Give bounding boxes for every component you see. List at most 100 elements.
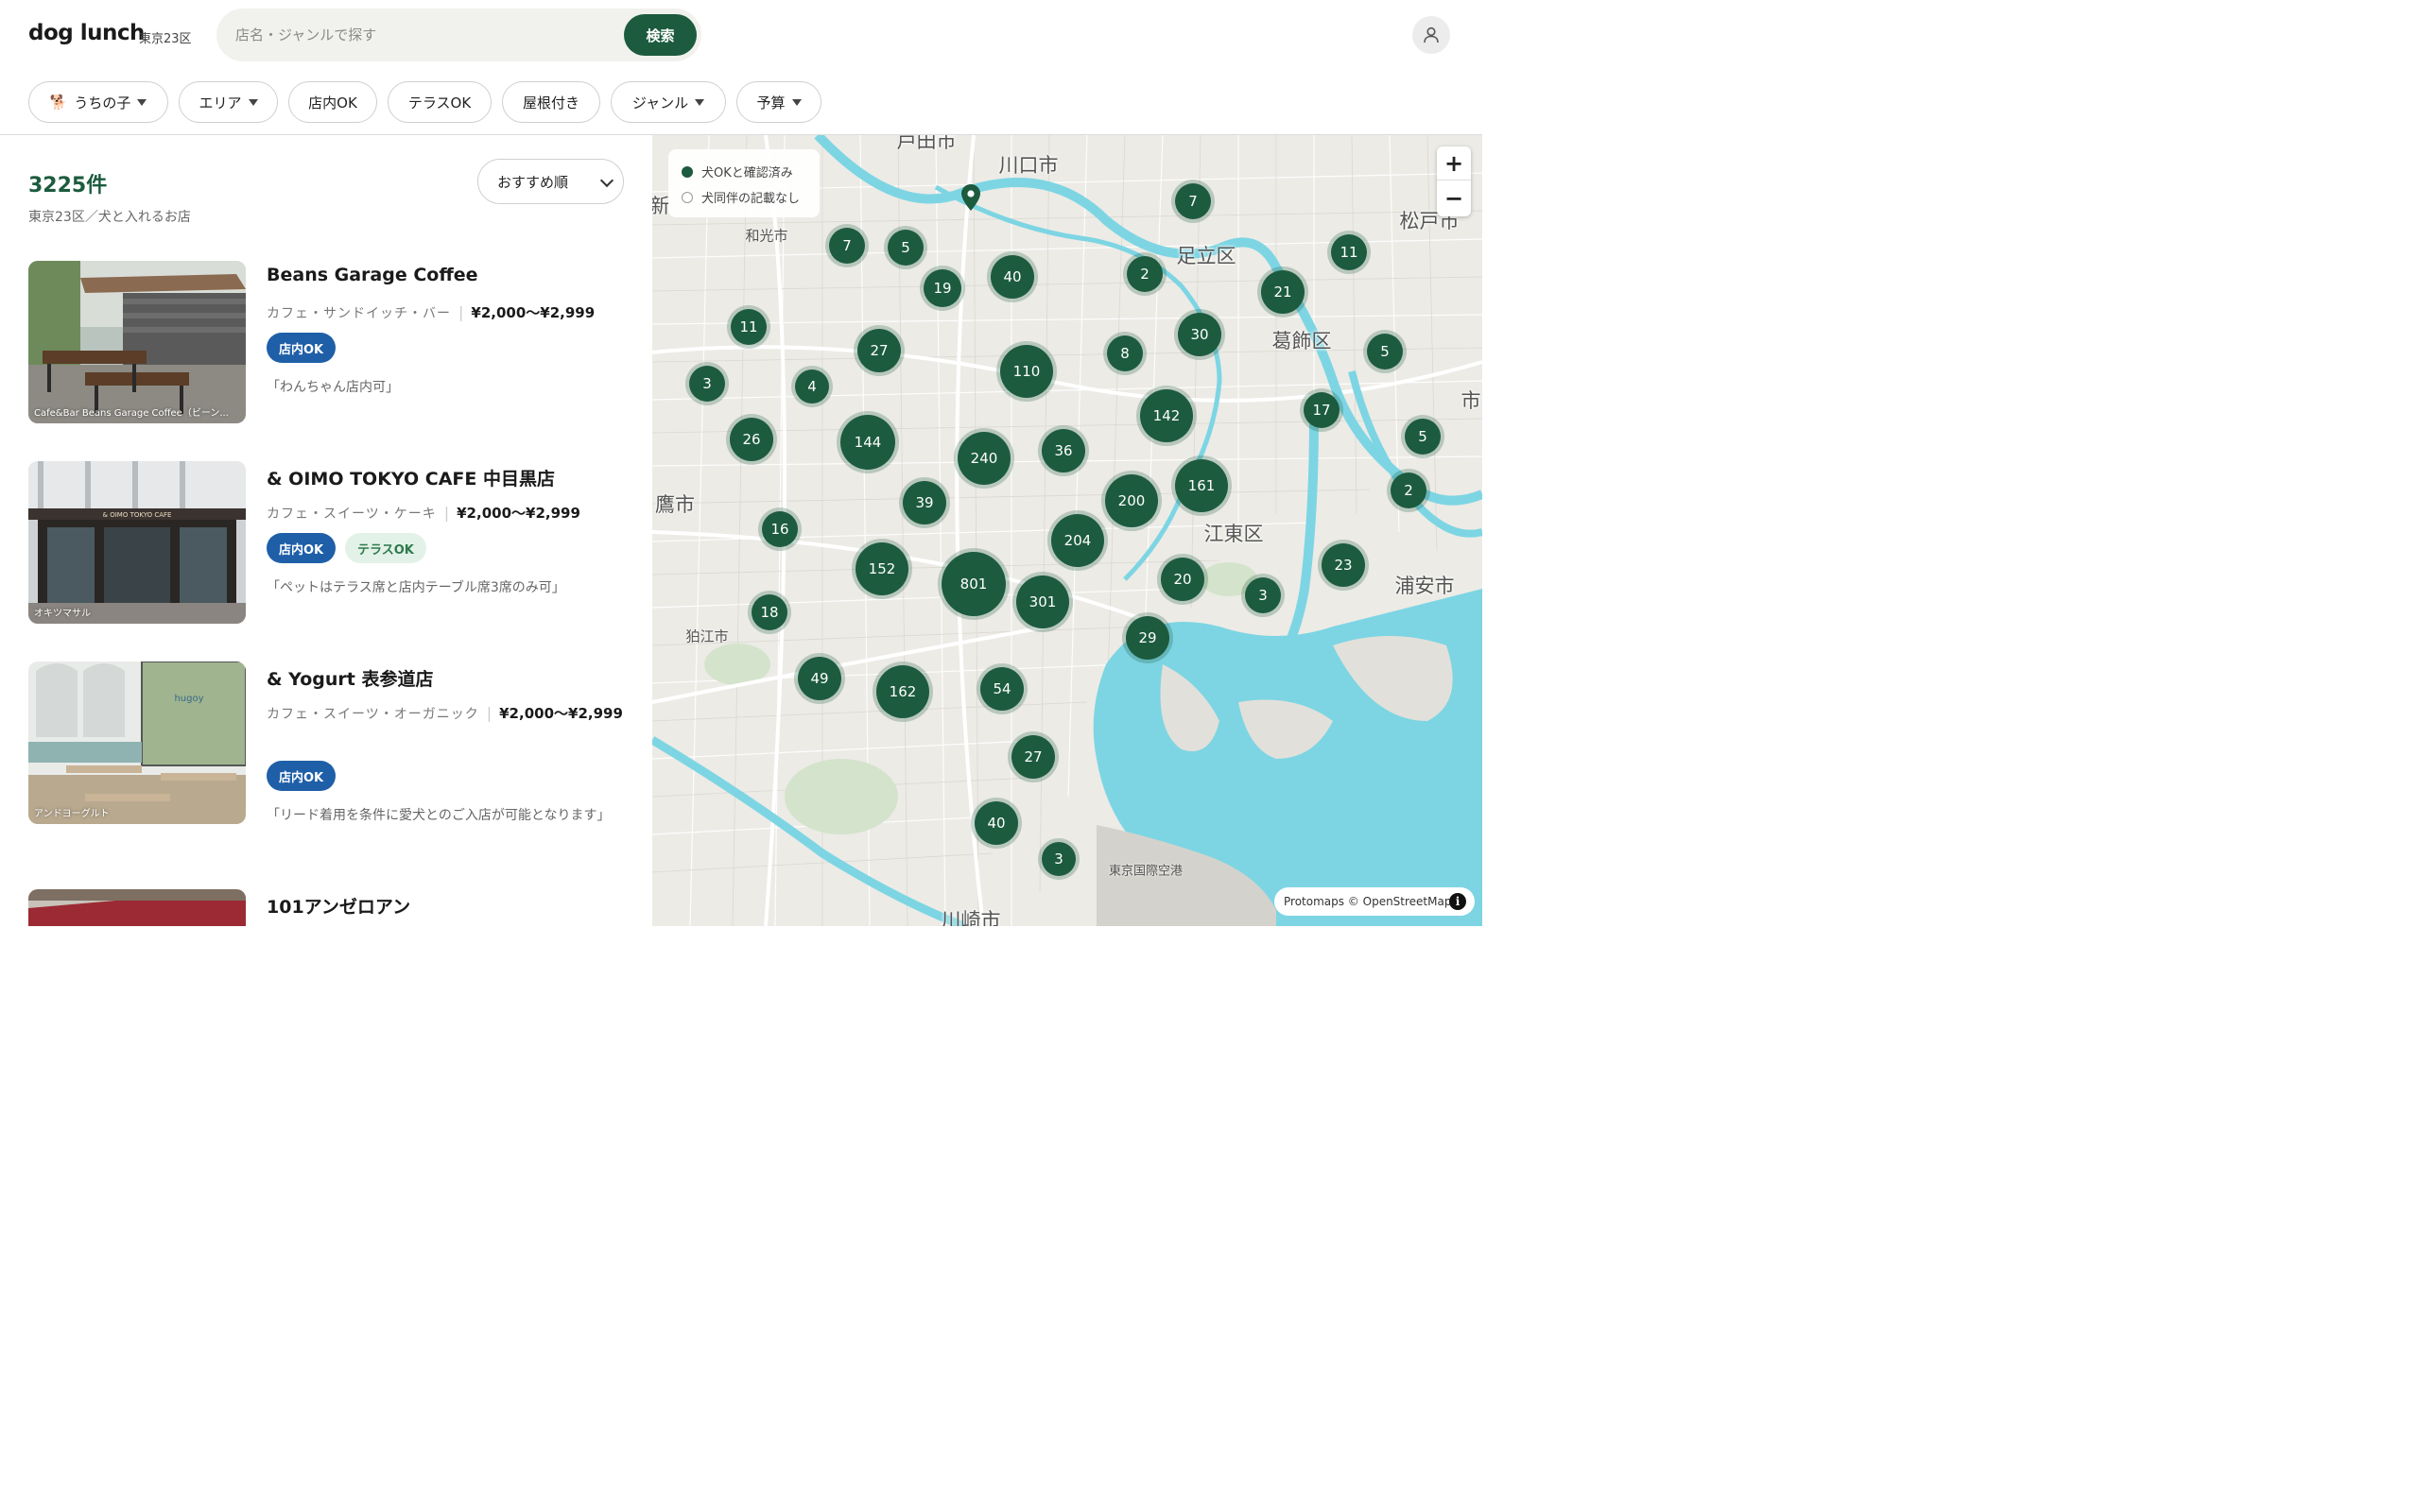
map-cluster[interactable]: 40: [975, 801, 1018, 845]
attribution-text[interactable]: Protomaps © OpenStreetMap: [1284, 895, 1451, 908]
map-cluster[interactable]: 2: [1127, 256, 1163, 292]
area-label: 東京23区: [139, 32, 192, 46]
map-cluster[interactable]: 200: [1105, 474, 1158, 527]
map-cluster[interactable]: 110: [1000, 345, 1053, 398]
map-cluster[interactable]: 27: [1011, 735, 1055, 779]
caret-down-icon: [791, 98, 802, 106]
map-cluster[interactable]: 39: [903, 481, 946, 524]
results-list[interactable]: 3225件 東京23区／犬と入れるお店 おすすめ順 Cafe&Bar Beans…: [0, 135, 652, 926]
shop-quote: 「ペットはテラス席と店内テーブル席3席のみ可」: [267, 580, 565, 595]
result-subtitle: 東京23区／犬と入れるお店: [28, 210, 191, 225]
map-cluster[interactable]: 162: [876, 665, 929, 718]
zoom-in-button[interactable]: +: [1437, 146, 1471, 180]
map-cluster[interactable]: 801: [942, 552, 1006, 616]
map-cluster[interactable]: 18: [752, 594, 787, 630]
list-item[interactable]: Cafe&Bar Beans Garage Coffee（ビーン... Bean…: [28, 261, 633, 431]
filter-area[interactable]: エリア: [179, 81, 278, 123]
place-label: 浦安市: [1394, 575, 1455, 597]
map-cluster[interactable]: 240: [958, 432, 1011, 485]
shop-name[interactable]: 101アンゼロアン: [267, 893, 410, 919]
map-cluster[interactable]: 11: [1331, 234, 1367, 270]
map-cluster[interactable]: 49: [798, 657, 841, 700]
map-cluster[interactable]: 54: [980, 667, 1024, 711]
zoom-out-button[interactable]: −: [1437, 181, 1471, 215]
map-pin[interactable]: [961, 184, 980, 215]
map-pin-icon: [961, 184, 980, 211]
map-cluster[interactable]: 16: [762, 511, 798, 547]
shop-photo[interactable]: Cafe&Bar Beans Garage Coffee（ビーン...: [28, 261, 246, 423]
place-label: 和光市: [745, 227, 788, 245]
filter-budget[interactable]: 予算: [736, 81, 821, 123]
search-button[interactable]: 検索: [624, 14, 697, 56]
shop-meta: カフェ・スイーツ・オーガニック | ¥2,000〜¥2,999: [267, 704, 623, 722]
map-cluster[interactable]: 144: [840, 415, 895, 470]
list-item[interactable]: & OIMO TOKYO CAFE オキツマサル & OIMO TOKYO CA…: [28, 461, 633, 631]
list-item[interactable]: 101アンゼロアン: [28, 889, 633, 926]
shop-photo[interactable]: hugoy アンドヨーグルト: [28, 662, 246, 824]
shop-name[interactable]: & OIMO TOKYO CAFE 中目黒店: [267, 465, 555, 490]
map-cluster[interactable]: 17: [1304, 392, 1340, 428]
map-cluster[interactable]: 5: [888, 230, 924, 266]
map-cluster[interactable]: 21: [1261, 270, 1305, 314]
svg-text:hugoy: hugoy: [174, 694, 203, 704]
result-count: 3225件: [28, 174, 108, 198]
map-legend: 犬OKと確認済み 犬同伴の記載なし: [668, 149, 820, 217]
shop-quote: 「リード着用を条件に愛犬とのご入店が可能となります」: [267, 808, 611, 823]
filter-bar: 🐕 うちの子 エリア 店内OK テラスOK 屋根付き ジャンル 予算: [0, 71, 1482, 135]
search-input[interactable]: [235, 22, 614, 48]
filter-label: 予算: [756, 94, 786, 112]
map-cluster[interactable]: 152: [856, 542, 908, 595]
map-cluster[interactable]: 36: [1042, 429, 1085, 472]
map-cluster[interactable]: 7: [829, 228, 865, 264]
place-label: 戸田市: [896, 135, 957, 152]
map-cluster[interactable]: 4: [795, 369, 829, 404]
map[interactable]: 戸田市 川口市 和光市 足立区 葛飾区 松戸市 鷹市 江東区 浦安市 狛江市 川…: [652, 135, 1482, 926]
map-cluster[interactable]: 204: [1051, 514, 1104, 567]
shop-photo[interactable]: [28, 889, 246, 926]
badge-indoor-ok: 店内OK: [267, 761, 337, 791]
shop-name[interactable]: & Yogurt 表参道店: [267, 665, 433, 691]
sort-select[interactable]: おすすめ順: [477, 159, 624, 204]
map-cluster[interactable]: 26: [730, 418, 773, 461]
chevron-down-icon: [599, 173, 614, 188]
filter-label: 店内OK: [308, 94, 357, 112]
photo-caption: オキツマサル: [34, 609, 91, 619]
map-cluster[interactable]: 30: [1178, 313, 1221, 356]
filter-covered[interactable]: 屋根付き: [502, 81, 600, 123]
map-cluster[interactable]: 23: [1322, 543, 1365, 587]
map-cluster[interactable]: 3: [1245, 577, 1281, 613]
map-cluster[interactable]: 5: [1367, 334, 1403, 369]
map-cluster[interactable]: 29: [1126, 616, 1169, 660]
map-attribution: Protomaps © OpenStreetMap i: [1274, 887, 1475, 916]
filter-terrace-ok[interactable]: テラスOK: [388, 81, 492, 123]
filter-my-dog[interactable]: 🐕 うちの子: [28, 81, 168, 123]
map-cluster[interactable]: 3: [689, 366, 725, 402]
shop-price: ¥2,000〜¥2,999: [457, 505, 580, 522]
place-label: 足立区: [1176, 245, 1236, 267]
map-cluster[interactable]: 301: [1016, 576, 1069, 628]
map-cluster[interactable]: 20: [1161, 558, 1204, 601]
map-cluster[interactable]: 3: [1042, 842, 1076, 876]
map-cluster[interactable]: 5: [1405, 419, 1441, 455]
map-cluster[interactable]: 11: [731, 309, 767, 345]
map-cluster[interactable]: 19: [924, 269, 961, 307]
svg-text:& OIMO TOKYO CAFE: & OIMO TOKYO CAFE: [103, 511, 172, 519]
filled-dot-icon: [682, 165, 693, 178]
shop-meta: カフェ・スイーツ・ケーキ | ¥2,000〜¥2,999: [267, 504, 580, 522]
map-cluster[interactable]: 40: [991, 255, 1034, 299]
map-cluster[interactable]: 7: [1175, 183, 1211, 219]
shop-photo[interactable]: & OIMO TOKYO CAFE オキツマサル: [28, 461, 246, 624]
filter-genre[interactable]: ジャンル: [611, 81, 726, 123]
map-cluster[interactable]: 27: [857, 329, 901, 372]
list-item[interactable]: hugoy アンドヨーグルト & Yogurt 表参道店 カフェ・スイーツ・オー…: [28, 662, 633, 860]
map-cluster[interactable]: 8: [1107, 335, 1143, 371]
account-button[interactable]: [1412, 16, 1450, 54]
info-icon[interactable]: i: [1449, 893, 1466, 910]
filter-indoor-ok[interactable]: 店内OK: [288, 81, 377, 123]
shop-name[interactable]: Beans Garage Coffee: [267, 265, 478, 285]
map-cluster[interactable]: 161: [1175, 459, 1228, 512]
place-label: 市: [1461, 389, 1481, 412]
logo[interactable]: dog lunch: [28, 21, 145, 45]
map-cluster[interactable]: 2: [1391, 472, 1426, 508]
map-cluster[interactable]: 142: [1140, 389, 1193, 442]
